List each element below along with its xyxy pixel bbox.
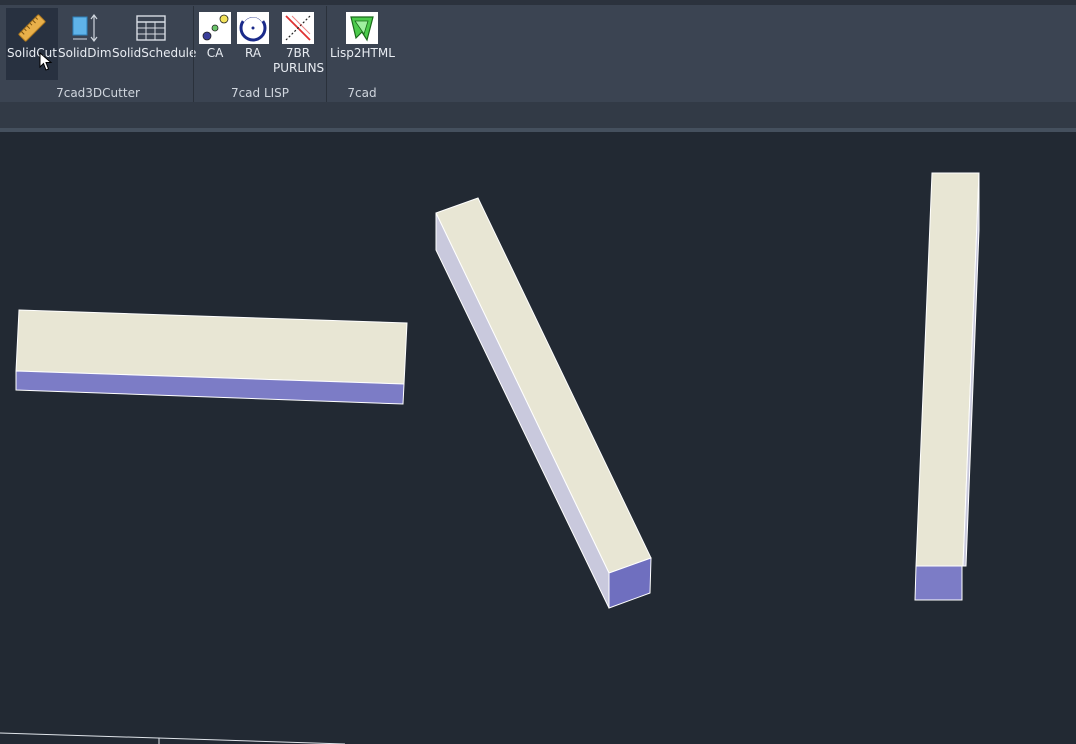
panel-title-7cad: 7cad xyxy=(347,86,377,100)
drawing-viewport[interactable] xyxy=(0,132,1076,744)
solid-face-top xyxy=(435,197,652,574)
solidschedule-button[interactable]: SolidSchedule xyxy=(112,8,197,80)
soliddim-label: SolidDim xyxy=(58,46,112,60)
purlins-label-line1: 7BR xyxy=(285,46,311,60)
panel-title-7cad-lisp: 7cad LISP xyxy=(230,86,290,100)
solid-beam-horizontal[interactable] xyxy=(15,309,408,405)
solid-beam-diagonal[interactable] xyxy=(435,197,652,609)
ribbon: SolidCut SolidDim SolidSchedule 7cad3DCu… xyxy=(0,0,1076,102)
table-icon xyxy=(135,12,167,44)
solid-beam-vertical[interactable] xyxy=(914,172,980,601)
circles-icon xyxy=(199,12,231,44)
ring-icon xyxy=(237,12,269,44)
solid-face-top xyxy=(915,172,980,567)
ucs-axis-x xyxy=(0,732,346,744)
purlins-button[interactable]: 7BR PURLINS xyxy=(273,8,325,80)
ruler-icon xyxy=(16,12,48,44)
soliddim-button[interactable]: SolidDim xyxy=(58,8,112,80)
purlins-label-line2: PURLINS xyxy=(273,61,325,75)
purlins-icon xyxy=(282,12,314,44)
solid-face-end xyxy=(914,565,963,601)
lisp2html-button[interactable]: Lisp2HTML xyxy=(330,8,395,80)
ca-button[interactable]: CA xyxy=(197,8,233,80)
dimension-icon xyxy=(68,12,100,44)
mouse-cursor-icon xyxy=(39,52,53,71)
ca-label: CA xyxy=(206,46,224,60)
ra-label: RA xyxy=(244,46,262,60)
solid-face-side xyxy=(435,212,610,609)
panel-title-7cad3dcutter: 7cad3DCutter xyxy=(56,86,140,100)
lisp2html-icon xyxy=(346,12,378,44)
ribbon-status-strip xyxy=(0,102,1076,128)
ra-button[interactable]: RA xyxy=(235,8,271,80)
solidschedule-label: SolidSchedule xyxy=(112,46,197,60)
ribbon-top-strip xyxy=(0,0,1076,5)
lisp2html-label: Lisp2HTML xyxy=(330,46,395,60)
